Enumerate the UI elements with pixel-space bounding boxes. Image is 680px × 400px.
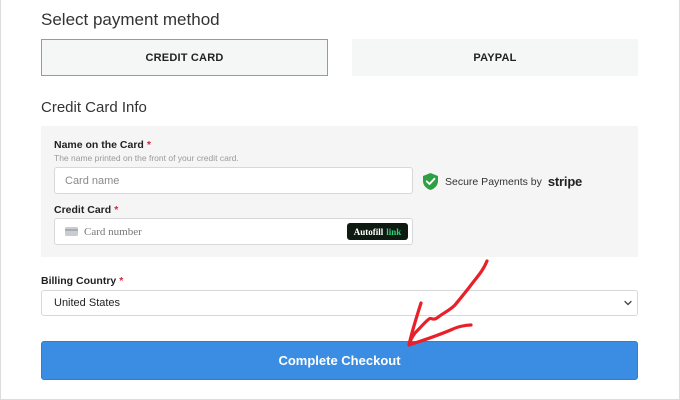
tab-credit-card-label: CREDIT CARD bbox=[145, 51, 224, 64]
credit-card-label: Credit Card * bbox=[54, 204, 118, 216]
payment-method-title: Select payment method bbox=[41, 10, 220, 29]
credit-card-label-text: Credit Card bbox=[54, 204, 112, 216]
secure-payments-text: Secure Payments by bbox=[445, 175, 542, 188]
tab-paypal[interactable]: PAYPAL bbox=[352, 39, 638, 76]
required-marker: * bbox=[146, 139, 151, 151]
autofill-text: Autofill bbox=[353, 226, 384, 237]
autofill-link-brand: link bbox=[386, 226, 402, 237]
tab-credit-card[interactable]: CREDIT CARD bbox=[41, 39, 328, 76]
name-on-card-label: Name on the Card * bbox=[54, 139, 151, 151]
billing-country-select[interactable]: United States bbox=[41, 290, 638, 316]
card-name-input[interactable]: Card name bbox=[54, 167, 413, 194]
chevron-down-icon bbox=[624, 300, 632, 306]
name-on-card-hint: The name printed on the front of your cr… bbox=[54, 153, 239, 163]
stripe-logo: stripe bbox=[547, 174, 583, 189]
required-marker: * bbox=[114, 204, 119, 216]
card-number-input[interactable]: Card number Autofill link bbox=[54, 218, 413, 245]
billing-country-label-text: Billing Country bbox=[41, 275, 117, 287]
complete-checkout-label: Complete Checkout bbox=[278, 353, 401, 368]
autofill-link-button[interactable]: Autofill link bbox=[347, 223, 408, 240]
billing-country-label: Billing Country * bbox=[41, 275, 123, 287]
secure-payments-badge: Secure Payments by stripe bbox=[422, 172, 582, 191]
tab-paypal-label: PAYPAL bbox=[473, 51, 517, 64]
shield-check-icon bbox=[423, 173, 438, 190]
billing-country-value: United States bbox=[54, 297, 121, 309]
credit-card-info-title: Credit Card Info bbox=[41, 99, 147, 116]
complete-checkout-button[interactable]: Complete Checkout bbox=[41, 341, 638, 380]
card-name-placeholder: Card name bbox=[65, 174, 120, 187]
required-marker: * bbox=[119, 275, 124, 287]
name-on-card-label-text: Name on the Card bbox=[54, 139, 144, 151]
credit-card-icon bbox=[65, 227, 78, 236]
card-number-placeholder: Card number bbox=[84, 225, 142, 238]
